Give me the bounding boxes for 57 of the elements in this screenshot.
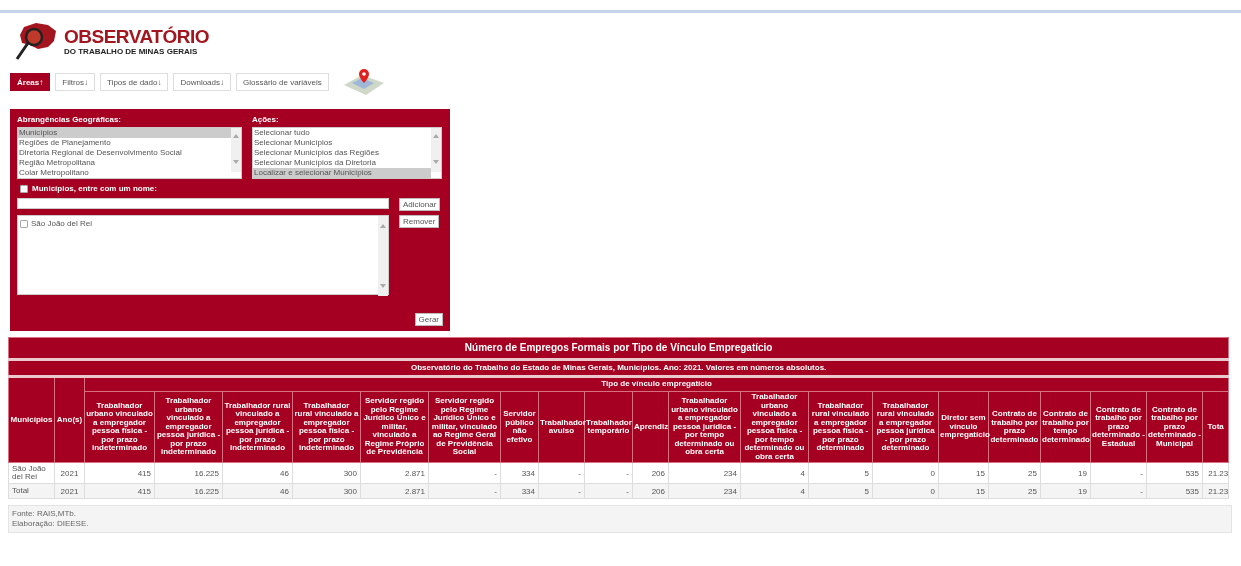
geo-listbox[interactable]: Municípios Regiões de Planejamento Diretoria Regional de Desenvolvimento Social Região Metropolitana Colar Metropolitano <box>17 127 242 179</box>
column-header: Ano(s) <box>54 376 85 463</box>
actions-listbox[interactable]: Selecionar tudo Selecionar Municípios Selecionar Municípios das Regiões Selecionar Municípios da Diretoria Localizar e selecionar Municípios <box>252 127 442 179</box>
list-option[interactable]: Selecionar Municípios <box>253 138 431 148</box>
column-header: Diretor sem vínculo empregatício <box>938 391 989 463</box>
column-header: Contrato de trabalho por prazo determinado - Estadual <box>1090 391 1147 463</box>
generate-button[interactable]: Gerar <box>414 313 443 326</box>
checkbox[interactable] <box>20 185 28 193</box>
table-title: Número de Empregos Formais por Tipo de Vínculo Empregatício <box>8 337 1229 360</box>
column-header: Trabalhador rural vinculado a empregador pessoa jurídica - por prazo determinado <box>872 391 939 463</box>
column-header: Tota <box>1202 391 1229 463</box>
column-header: Contrato de trabalho por prazo determinado - Municipal <box>1146 391 1203 463</box>
column-header: Servidor regido pelo Regime Jurídico Único e militar, vinculado ao Regime Geral de Previdência Social <box>428 391 501 463</box>
menu-tab[interactable]: Áreas↑ <box>10 73 51 91</box>
source-line: Elaboração: DIEESE. <box>12 519 90 529</box>
list-option[interactable]: Região Metropolitana <box>18 158 231 168</box>
column-header: Trabalhador rural vinculado a empregador pessoa física - por prazo determinado <box>808 391 873 463</box>
column-header: Trabalhador urbano vinculado a empregador pessoa física - por prazo indeterminado <box>84 391 155 463</box>
scrollbar-icon[interactable] <box>378 216 388 296</box>
geo-label: Abrangências Geográficas: <box>17 115 123 125</box>
scrollbar-icon[interactable] <box>431 128 441 172</box>
column-header: Trabalhador rural vinculado a empregador pessoa jurídica - por prazo indeterminado <box>222 391 293 463</box>
list-item-label: São João del Rei <box>31 219 92 228</box>
column-header: Trabalhador urbano vinculado a empregador pessoa jurídica - por tempo determinado ou obra certa <box>668 391 741 463</box>
column-header: Municípios <box>8 376 55 463</box>
list-option[interactable]: Municípios <box>18 128 231 138</box>
checkbox-label: Municípios, entre com um nome: <box>32 184 157 194</box>
column-header: Aprendiz <box>632 391 669 463</box>
list-option[interactable]: Regiões de Planejamento <box>18 138 231 148</box>
column-header: Servidor público não efetivo <box>500 391 539 463</box>
list-option[interactable]: Diretoria Regional de Desenvolvimento Social <box>18 148 231 158</box>
logo-subtitle: DO TRABALHO DE MINAS GERAIS <box>64 47 199 57</box>
list-option[interactable]: Selecionar tudo <box>253 128 431 138</box>
list-option[interactable]: Colar Metropolitano <box>18 168 231 178</box>
list-option[interactable]: Localizar e selecionar Municípios <box>253 168 431 178</box>
column-header: Trabalhador urbano vinculado a empregador pessoa jurídica - por prazo indeterminado <box>154 391 223 463</box>
checkbox[interactable] <box>20 219 28 228</box>
column-header: Servidor regido pelo Regime Jurídico Único e militar, vinculado a Regime Próprio de Previdência <box>360 391 429 463</box>
column-header: Contrato de trabalho por prazo determinado <box>988 391 1041 463</box>
column-header: Contrato de trabalho por tempo determinado <box>1040 391 1091 463</box>
list-option[interactable]: Selecionar Municípios das Regiões <box>253 148 431 158</box>
menu-tab[interactable]: Tipos de dado↓ <box>100 73 169 91</box>
column-header: Trabalhador urbano vinculado a empregador pessoa física - por tempo determinado ou obra certa <box>740 391 809 463</box>
menu-tab[interactable]: Filtros↓ <box>55 73 96 91</box>
list-option[interactable]: Selecionar Municípios da Diretoria <box>253 158 431 168</box>
menu-tab[interactable]: Glossário de variáveis <box>236 73 329 91</box>
menu-tab[interactable]: Downloads↓ <box>173 73 231 91</box>
source-line: Fonte: RAIS,MTb. <box>12 509 78 519</box>
logo-title: OBSERVATÓRIO <box>64 27 209 47</box>
name-input-field[interactable] <box>17 198 389 209</box>
column-header: Trabalhador rural vinculado a empregador pessoa física - por prazo indeterminado <box>292 391 361 463</box>
remove-button[interactable]: Remover <box>399 215 440 228</box>
column-header: Trabalhador avulso <box>538 391 585 463</box>
add-button[interactable]: Adicionar <box>399 198 441 211</box>
actions-label: Ações: <box>252 115 280 125</box>
scrollbar-icon[interactable] <box>231 128 241 172</box>
table-cell: São João del Rei <box>8 462 55 484</box>
